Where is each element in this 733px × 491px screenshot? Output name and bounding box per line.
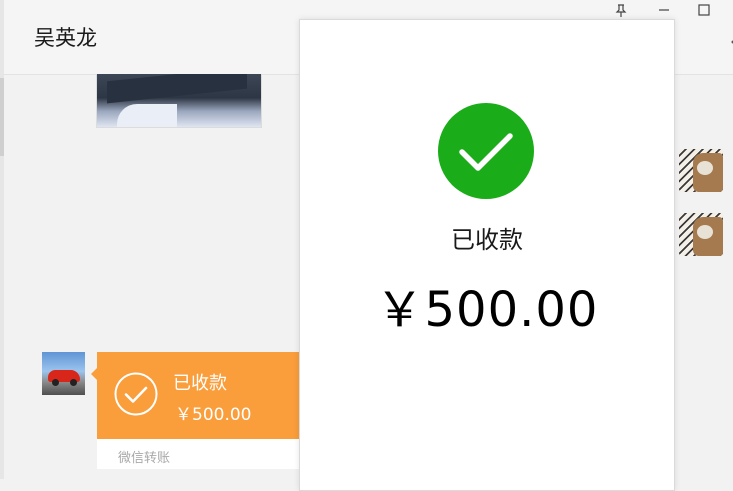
chat-title: 吴英龙	[34, 22, 97, 52]
receipt-status: 已收款	[300, 220, 674, 255]
transfer-message-card[interactable]: 已收款 ￥500.00 微信转账	[97, 352, 307, 469]
image-message[interactable]	[96, 74, 262, 128]
more-icon[interactable]	[729, 28, 733, 48]
avatar[interactable]	[679, 149, 723, 192]
check-circle-icon	[438, 103, 534, 199]
transfer-card-footer: 微信转账	[97, 439, 307, 469]
transfer-footer-label: 微信转账	[118, 447, 170, 466]
receipt-amount: ￥500.00	[300, 270, 674, 340]
maximize-icon[interactable]	[694, 4, 714, 22]
transfer-status: 已收款	[173, 369, 227, 395]
check-circle-icon	[114, 372, 158, 416]
receipt-popup: 已收款 ￥500.00	[299, 19, 675, 491]
avatar[interactable]	[679, 213, 723, 256]
transfer-amount: ￥500.00	[175, 400, 251, 425]
avatar[interactable]	[42, 352, 85, 395]
transfer-card-top: 已收款 ￥500.00	[97, 352, 307, 439]
